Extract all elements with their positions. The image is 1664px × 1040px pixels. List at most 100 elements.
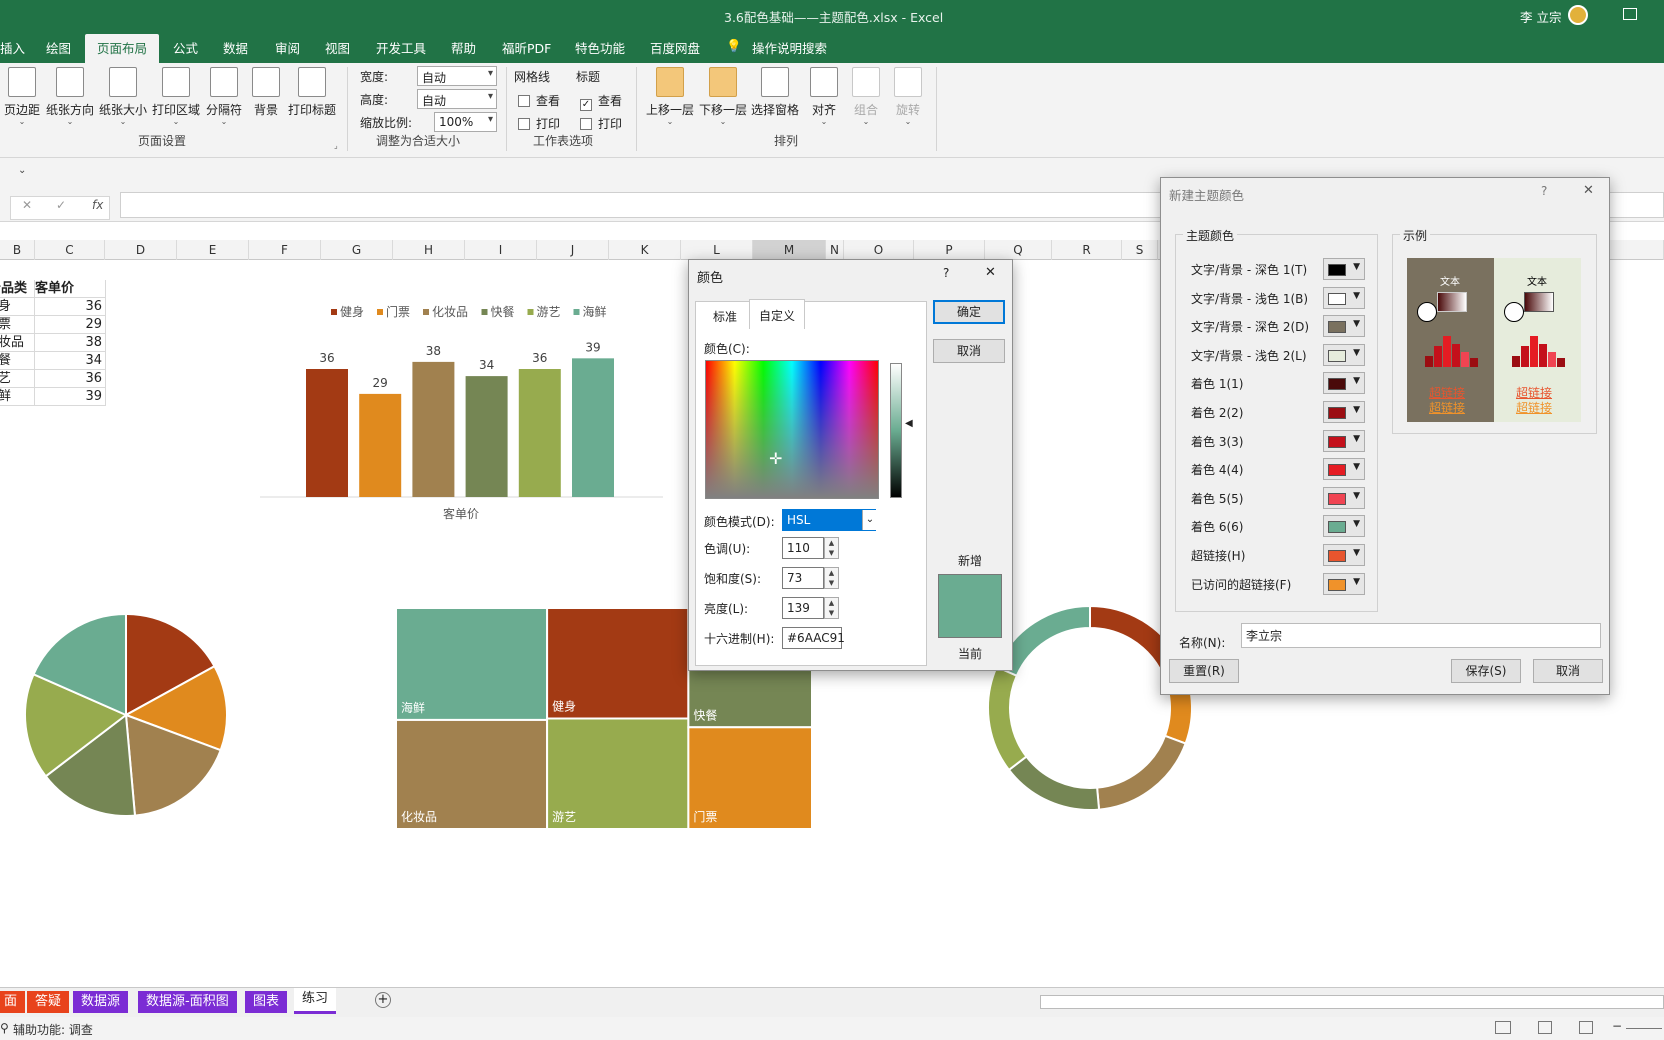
bring-forward-button[interactable]: 上移一层 ⌄ [646, 67, 694, 126]
zoom-slider[interactable] [1626, 1028, 1662, 1029]
gridlines-print-checkbox[interactable]: 打印 [518, 115, 560, 132]
theme-color-picker-button[interactable]: ▼ [1323, 544, 1365, 566]
headings-print-checkbox[interactable]: 打印 [580, 115, 622, 132]
table-cell[interactable]: 39 [35, 388, 106, 406]
tab-view[interactable]: 视图 [325, 38, 350, 57]
table-cell[interactable]: 身 [0, 298, 35, 316]
doughnut-segment[interactable] [1096, 734, 1187, 811]
height-select[interactable]: 自动 [417, 89, 497, 109]
zoom-out-icon[interactable]: − [1612, 1019, 1622, 1033]
table-cell[interactable]: 妆品 [0, 334, 35, 352]
saturation-input[interactable]: 73 [782, 567, 824, 589]
tab-help[interactable]: 帮助 [451, 38, 476, 57]
column-header-p[interactable]: P [914, 240, 985, 260]
sheet-tab[interactable]: 面 [0, 991, 26, 1013]
save-button[interactable]: 保存(S) [1451, 659, 1521, 683]
luminance-spinner[interactable]: ▲ ▼ [824, 597, 839, 619]
table-cell[interactable]: 34 [35, 352, 106, 370]
table-cell[interactable]: 38 [35, 334, 106, 352]
bar[interactable] [518, 369, 561, 497]
cancel-button[interactable]: 取消 [933, 339, 1005, 363]
column-header-h[interactable]: H [393, 240, 465, 260]
column-header-c[interactable]: C [35, 240, 105, 260]
bar[interactable] [412, 361, 455, 497]
size-button[interactable]: 纸张大小 ⌄ [99, 67, 147, 126]
tab-formulas[interactable]: 公式 [173, 38, 198, 57]
column-header-r[interactable]: R [1052, 240, 1122, 260]
chevron-down-icon[interactable]: ⌄ [862, 510, 877, 530]
print-titles-button[interactable]: 打印标题 [288, 67, 336, 118]
column-header-b[interactable]: B [0, 240, 35, 260]
help-icon[interactable]: ? [943, 266, 949, 280]
gridlines-view-checkbox[interactable]: 查看 [518, 92, 560, 109]
hue-spinner[interactable]: ▲ ▼ [824, 537, 839, 559]
rotate-button[interactable]: 旋转 ⌄ [894, 67, 922, 126]
column-header-g[interactable]: G [321, 240, 393, 260]
selection-pane-button[interactable]: 选择窗格 [751, 67, 799, 118]
bar[interactable] [359, 393, 402, 497]
pie-chart[interactable] [20, 608, 235, 823]
table-cell[interactable]: 29 [35, 316, 106, 334]
page-break-view-icon[interactable] [1579, 1021, 1593, 1034]
column-header-f[interactable]: F [249, 240, 321, 260]
hex-input[interactable]: #6AAC91 [782, 627, 845, 649]
sheet-tab[interactable]: 图表 [245, 991, 288, 1013]
table-header-cell[interactable]: 分品类 [0, 280, 35, 298]
horizontal-scrollbar[interactable] [1040, 995, 1664, 1009]
cancel-button[interactable]: 取消 [1533, 659, 1603, 683]
status-text[interactable]: 辅助功能: 调查 [13, 1021, 93, 1038]
theme-color-picker-button[interactable]: ▼ [1323, 572, 1365, 595]
ribbon-display-icon[interactable] [1623, 8, 1637, 20]
slider-arrow-icon[interactable]: ◀ [905, 418, 913, 429]
doughnut-segment[interactable] [1007, 755, 1101, 811]
luminance-slider[interactable] [890, 363, 902, 498]
sheet-tab[interactable]: 答疑 [27, 991, 70, 1013]
column-header-j[interactable]: J [537, 240, 609, 260]
column-header-i[interactable]: I [465, 240, 537, 260]
column-header-q[interactable]: Q [985, 240, 1052, 260]
reset-button[interactable]: 重置(R) [1169, 659, 1239, 683]
theme-color-picker-button[interactable]: ▼ [1323, 486, 1365, 509]
tab-foxit-pdf[interactable]: 福昕PDF [502, 38, 551, 57]
headings-view-checkbox[interactable]: ✓ 查看 [580, 92, 622, 111]
align-button[interactable]: 对齐 ⌄ [810, 67, 838, 126]
hue-input[interactable]: 110 [782, 537, 824, 559]
column-header-e[interactable]: E [177, 240, 249, 260]
cancel-icon[interactable]: ✕ [22, 198, 32, 212]
tab-draw[interactable]: 绘图 [46, 38, 71, 57]
ok-button[interactable]: 确定 [933, 300, 1005, 324]
column-header-k[interactable]: K [609, 240, 681, 260]
table-cell[interactable]: 36 [35, 370, 106, 388]
tab-baidu-netdisk[interactable]: 百度网盘 [650, 38, 700, 57]
bar-chart[interactable]: 36 29 38 34 36 39 健身 门票 化妆品 快餐 游艺 海鲜客单价 [255, 300, 675, 530]
tab-page-layout[interactable]: 页面布局 [85, 34, 160, 64]
theme-color-picker-button[interactable]: ▼ [1323, 343, 1365, 366]
table-cell[interactable]: 餐 [0, 352, 35, 370]
column-header-n[interactable]: N [826, 240, 844, 260]
width-select[interactable]: 自动 [417, 66, 497, 86]
name-input[interactable]: 李立宗 [1241, 623, 1601, 648]
saturation-spinner[interactable]: ▲ ▼ [824, 567, 839, 589]
page-layout-view-icon[interactable] [1538, 1021, 1552, 1034]
theme-color-picker-button[interactable]: ▼ [1323, 429, 1365, 452]
luminance-input[interactable]: 139 [782, 597, 824, 619]
close-icon[interactable]: ✕ [1583, 183, 1594, 198]
tell-me-search[interactable]: 操作说明搜索 [752, 38, 827, 57]
column-header-l[interactable]: L [681, 240, 753, 260]
column-header-m[interactable]: M [753, 240, 826, 260]
tab-special[interactable]: 特色功能 [575, 38, 625, 57]
bar[interactable] [465, 376, 508, 497]
theme-color-picker-button[interactable]: ▼ [1323, 401, 1365, 423]
sheet-tab[interactable]: 练习 [294, 988, 337, 1014]
column-header-o[interactable]: O [844, 240, 914, 260]
tab-custom[interactable]: 自定义 [749, 299, 806, 329]
orientation-button[interactable]: 纸张方向 ⌄ [46, 67, 94, 126]
theme-color-picker-button[interactable]: ▼ [1323, 458, 1365, 481]
close-icon[interactable]: ✕ [985, 265, 996, 280]
tab-developer[interactable]: 开发工具 [376, 38, 426, 57]
crosshair-icon[interactable]: ✛ [769, 449, 782, 468]
user-name[interactable]: 李 立宗 [1520, 7, 1561, 26]
doughnut-segment[interactable] [987, 665, 1028, 772]
table-header-cell[interactable]: 客单价 [35, 280, 106, 298]
sheet-tab[interactable]: 数据源-面积图 [138, 991, 237, 1013]
